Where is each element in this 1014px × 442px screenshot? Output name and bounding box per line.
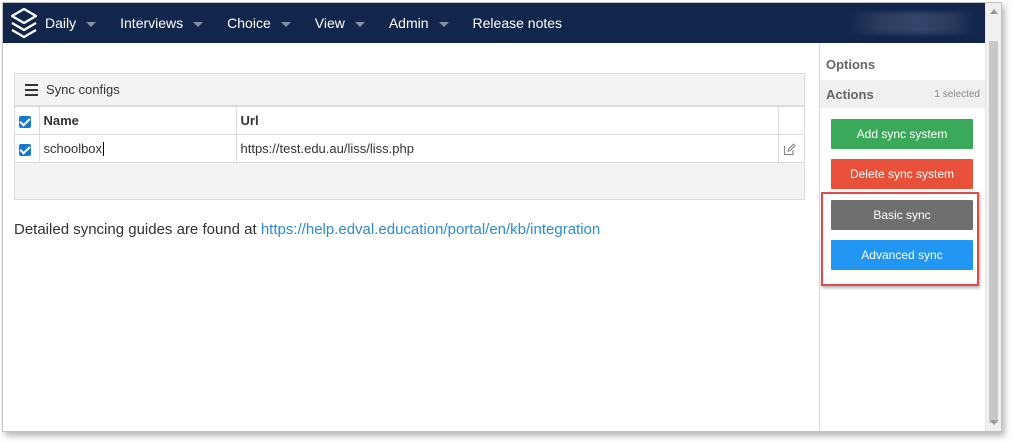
panel-title: Sync configs (46, 82, 120, 97)
nav-item-label: Interviews (120, 15, 184, 31)
row-select-cell (15, 134, 40, 163)
guide-label: Detailed syncing guides are found at (14, 221, 261, 238)
select-all-cell (15, 106, 40, 135)
chevron-down-icon (193, 21, 204, 27)
nav-item-label: Admin (388, 15, 429, 31)
sync-configs-table: Name Url schoolbox https://test.edu.au/l… (15, 106, 804, 163)
column-header-url[interactable]: Url (235, 106, 779, 135)
options-sidebar: Options Actions 1 selected Add sync syst… (819, 43, 986, 431)
nav-item-release-notes[interactable]: Release notes (473, 15, 563, 31)
sync-configs-panel: Sync configs Name Url schoolbox https://… (14, 73, 805, 200)
selected-count: 1 selected (934, 89, 980, 100)
nav-menu: Daily Interviews Choice View Admin Relea… (45, 3, 586, 43)
nav-item-daily[interactable]: Daily (45, 15, 97, 31)
delete-sync-system-button[interactable]: Delete sync system (831, 159, 973, 189)
url-cell[interactable]: https://test.edu.au/liss/liss.php (235, 134, 779, 163)
column-header-name[interactable]: Name (38, 106, 237, 135)
chevron-down-icon (86, 21, 97, 27)
column-header-actions (777, 106, 804, 135)
chevron-down-icon (354, 21, 365, 27)
name-value: schoolbox (43, 140, 103, 156)
nav-item-choice[interactable]: Choice (227, 15, 291, 31)
chevron-down-icon (438, 21, 449, 27)
add-sync-system-button[interactable]: Add sync system (831, 119, 973, 149)
nav-item-label: Release notes (472, 15, 563, 31)
stacked-layers-icon[interactable] (9, 7, 39, 39)
select-all-checkbox[interactable] (19, 115, 31, 128)
nav-item-view[interactable]: View (315, 15, 365, 31)
guide-text: Detailed syncing guides are found at htt… (14, 221, 600, 238)
app-window: Daily Interviews Choice View Admin Relea… (2, 2, 1002, 432)
chevron-down-icon (280, 21, 291, 27)
edit-icon[interactable] (783, 143, 796, 156)
actions-bar: Actions 1 selected (820, 80, 986, 108)
user-menu-blurred[interactable] (847, 12, 977, 34)
guide-link[interactable]: https://help.edval.education/portal/en/k… (261, 221, 600, 238)
nav-item-label: Choice (227, 15, 271, 31)
nav-item-admin[interactable]: Admin (389, 15, 449, 31)
text-cursor (103, 142, 105, 157)
options-heading: Options (826, 57, 876, 72)
edit-cell (777, 134, 804, 163)
nav-item-label: View (314, 15, 345, 31)
scroll-down-arrow-icon[interactable] (990, 420, 998, 425)
nav-item-label: Daily (45, 15, 77, 31)
name-cell[interactable]: schoolbox (38, 134, 237, 163)
table-header-row: Name Url (15, 106, 804, 135)
scroll-up-arrow-icon[interactable] (990, 9, 998, 14)
scroll-thumb[interactable] (989, 41, 998, 423)
url-value: https://test.edu.au/liss/liss.php (240, 141, 414, 156)
vertical-scrollbar[interactable] (985, 3, 1001, 431)
nav-item-interviews[interactable]: Interviews (120, 15, 204, 31)
row-checkbox[interactable] (19, 143, 31, 156)
table-row[interactable]: schoolbox https://test.edu.au/liss/liss.… (15, 134, 804, 163)
top-navbar: Daily Interviews Choice View Admin Relea… (3, 3, 985, 43)
panel-header: Sync configs (15, 74, 804, 106)
actions-heading: Actions (826, 87, 874, 102)
list-icon (25, 83, 38, 96)
highlight-annotation (821, 192, 979, 286)
